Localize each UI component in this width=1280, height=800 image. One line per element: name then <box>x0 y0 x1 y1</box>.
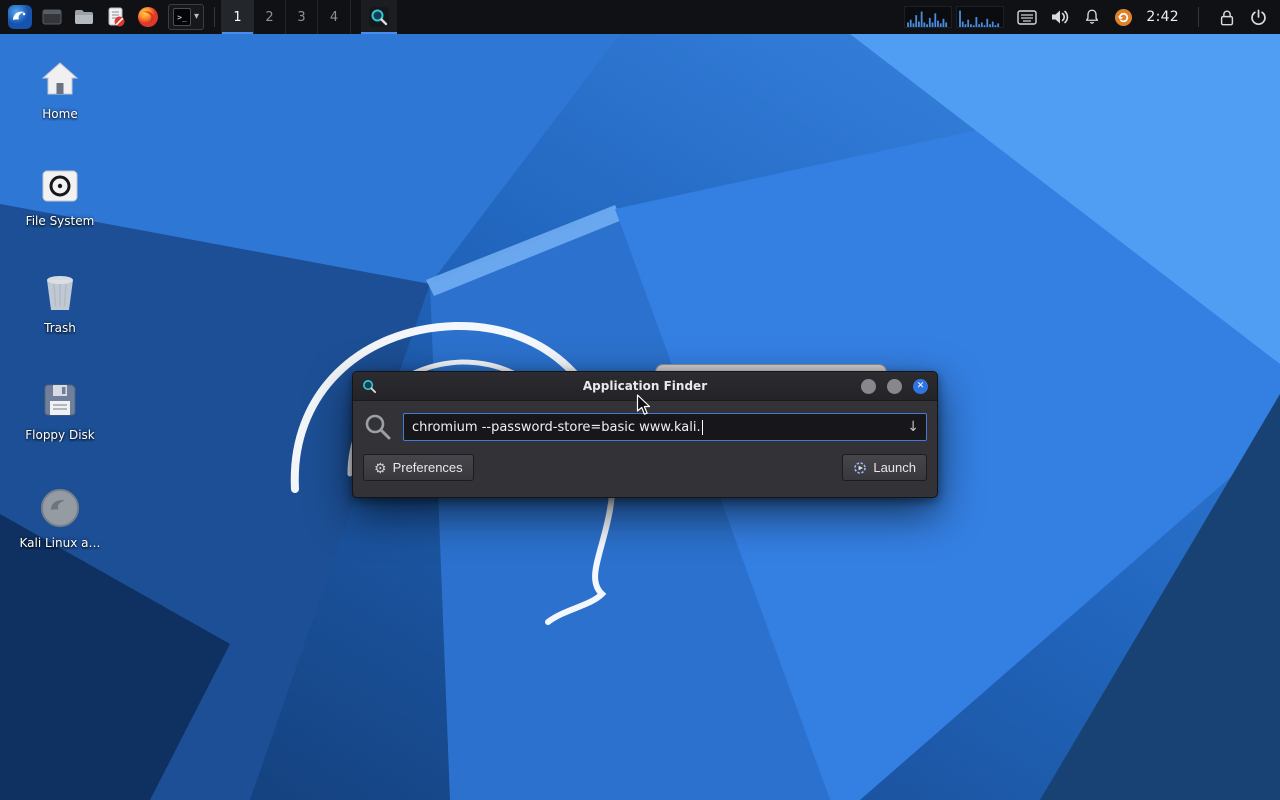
file-manager-button[interactable] <box>68 0 100 34</box>
taskbar-application-finder[interactable] <box>361 0 397 34</box>
window-title: Application Finder <box>353 379 937 393</box>
application-finder-window: Application Finder ✕ chromium --password… <box>352 371 938 498</box>
desktop-icon-trash[interactable]: Trash <box>16 272 104 358</box>
search-icon <box>363 412 393 442</box>
desktop-icon-label: Floppy Disk <box>25 428 95 442</box>
trash-icon <box>39 272 81 314</box>
kali-menu-button[interactable] <box>4 0 36 34</box>
desktop-icon-label: File System <box>26 214 95 228</box>
terminal-launcher-combo[interactable]: >_ ▾ <box>168 4 204 30</box>
show-desktop-button[interactable] <box>36 0 68 34</box>
sync-status-icon[interactable] <box>1114 8 1133 27</box>
app-finder-icon <box>362 379 377 394</box>
keyboard-icon[interactable] <box>1017 10 1037 25</box>
command-input-text: chromium --password-store=basic www.kali… <box>412 420 701 435</box>
launch-button[interactable]: Launch <box>842 454 927 481</box>
notification-bell-icon[interactable] <box>1083 8 1101 26</box>
kali-disc-icon <box>39 487 81 529</box>
dialog-body: chromium --password-store=basic www.kali… <box>353 401 937 491</box>
floppy-disk-icon <box>39 379 81 421</box>
window-icon <box>42 9 62 25</box>
network-graph-icon <box>956 6 1004 28</box>
history-dropdown-icon[interactable]: ↓ <box>907 420 919 434</box>
launch-icon <box>853 461 867 475</box>
desktop-icon-label: Kali Linux a… <box>20 536 101 550</box>
workspace-button-1[interactable]: 1 <box>222 0 254 34</box>
volume-icon[interactable] <box>1050 8 1070 26</box>
system-monitor-graphs[interactable] <box>904 6 1004 28</box>
workspace-button-3[interactable]: 3 <box>286 0 318 34</box>
command-input[interactable]: chromium --password-store=basic www.kali… <box>403 413 927 441</box>
firefox-icon <box>137 6 159 28</box>
panel-right-cluster: 2:42 <box>904 6 1276 28</box>
search-icon <box>368 6 390 28</box>
workspace-button-4[interactable]: 4 <box>318 0 350 34</box>
lock-icon[interactable] <box>1218 8 1236 27</box>
preferences-button-label: Preferences <box>393 460 463 475</box>
panel-clock[interactable]: 2:42 <box>1146 9 1179 25</box>
desktop: Home File System Trash <box>0 34 1280 800</box>
top-panel: >_ ▾ 1 2 3 4 <box>0 0 1280 34</box>
desktop-icon-file-system[interactable]: File System <box>16 165 104 251</box>
desktop-icon-label: Trash <box>44 321 76 335</box>
maximize-button[interactable] <box>887 379 902 394</box>
preferences-button[interactable]: ⚙ Preferences <box>363 454 474 481</box>
document-blocked-icon <box>106 7 126 27</box>
close-button[interactable]: ✕ <box>913 379 928 394</box>
firefox-button[interactable] <box>132 0 164 34</box>
text-editor-button[interactable] <box>100 0 132 34</box>
minimize-button[interactable] <box>861 379 876 394</box>
desktop-screen: >_ ▾ 1 2 3 4 <box>0 0 1280 800</box>
logout-icon[interactable] <box>1249 8 1268 27</box>
text-caret <box>702 420 703 435</box>
panel-separator <box>1198 7 1199 27</box>
desktop-icon-home[interactable]: Home <box>16 58 104 144</box>
desktop-icon-floppy-disk[interactable]: Floppy Disk <box>16 379 104 465</box>
window-controls: ✕ <box>861 379 928 394</box>
panel-separator <box>214 7 215 27</box>
chevron-down-icon: ▾ <box>194 12 199 22</box>
titlebar[interactable]: Application Finder ✕ <box>353 372 937 401</box>
desktop-icon-label: Home <box>42 107 77 121</box>
gear-icon: ⚙ <box>374 461 387 475</box>
workspace-switcher: 1 2 3 4 <box>221 0 351 34</box>
desktop-icon-kali-docs[interactable]: Kali Linux a… <box>16 487 104 573</box>
home-icon <box>39 58 81 100</box>
cpu-graph-icon <box>904 6 952 28</box>
workspace-button-2[interactable]: 2 <box>254 0 286 34</box>
launch-button-label: Launch <box>873 460 916 475</box>
folder-icon <box>74 9 94 25</box>
kali-logo-icon <box>7 4 33 30</box>
terminal-icon: >_ <box>173 8 191 26</box>
drive-icon <box>39 165 81 207</box>
